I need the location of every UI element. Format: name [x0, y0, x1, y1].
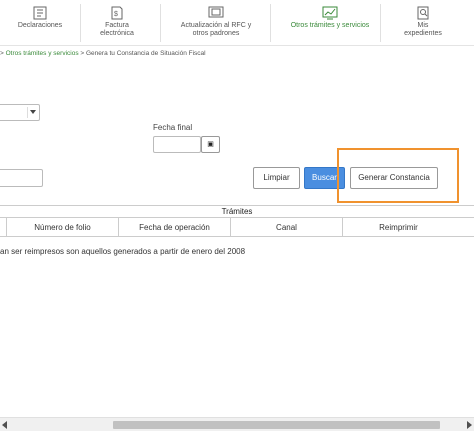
chevron-down-icon	[30, 110, 36, 114]
info-note: an ser reimpresos son aquellos generados…	[0, 247, 246, 256]
top-navigation: Declaraciones $ Factura electrónica Actu…	[0, 0, 474, 46]
nav-divider	[380, 4, 381, 42]
fecha-final-label: Fecha final	[153, 123, 193, 132]
expedientes-icon	[417, 6, 429, 20]
actualizacion-rfc-icon	[208, 6, 224, 18]
column-header-reimprimir: Reimprimir	[342, 218, 454, 237]
breadcrumb-current: Genera tu Constancia de Situación Fiscal	[86, 50, 206, 57]
column-header-fecha-operacion: Fecha de operación	[118, 218, 230, 237]
nav-declaraciones-label: Declaraciones	[17, 22, 63, 29]
nav-actualizacion-rfc[interactable]: Actualización al RFC y otros padrones	[176, 0, 256, 46]
nav-expedientes-label: Mis expedientes	[404, 22, 442, 37]
period-select[interactable]	[0, 104, 40, 121]
table-header: Número de folio Fecha de operación Canal…	[0, 217, 474, 237]
nav-otros-tramites[interactable]: Otros trámites y servicios	[288, 0, 372, 46]
nav-divider	[80, 4, 81, 42]
nav-divider	[160, 4, 161, 42]
declaraciones-icon	[33, 6, 47, 20]
breadcrumb-separator: >	[78, 50, 86, 57]
nav-factura-label: Factura electrónica	[100, 22, 134, 37]
horizontal-scrollbar[interactable]	[0, 417, 474, 431]
breadcrumb: > Otros trámites y servicios > Genera tu…	[0, 50, 206, 57]
nav-otros-tramites-label: Otros trámites y servicios	[290, 22, 370, 29]
breadcrumb-link-otros-tramites[interactable]: Otros trámites y servicios	[6, 50, 79, 57]
column-header-canal: Canal	[230, 218, 342, 237]
nav-factura[interactable]: $ Factura electrónica	[92, 0, 142, 46]
calendar-button[interactable]: ▣	[201, 136, 220, 153]
factura-icon: $	[111, 6, 123, 20]
scrollbar-thumb[interactable]	[113, 421, 440, 429]
calendar-icon: ▣	[207, 141, 214, 148]
column-header-folio: Número de folio	[6, 218, 118, 237]
scroll-right-icon[interactable]	[467, 421, 472, 429]
nav-divider	[270, 4, 271, 42]
select-separator	[27, 107, 28, 118]
scroll-left-icon[interactable]	[2, 421, 7, 429]
nav-mis-expedientes[interactable]: Mis expedientes	[398, 0, 448, 46]
nav-actualizacion-label: Actualización al RFC y otros padrones	[180, 22, 252, 37]
svg-text:$: $	[114, 11, 118, 18]
otros-tramites-icon	[322, 6, 338, 20]
limpiar-button[interactable]: Limpiar	[253, 167, 300, 189]
text-input[interactable]	[0, 169, 43, 187]
highlight-box	[337, 148, 459, 203]
fecha-final-input[interactable]	[153, 136, 201, 153]
table-title: Trámites	[0, 205, 474, 217]
nav-declaraciones[interactable]: Declaraciones	[8, 0, 72, 46]
